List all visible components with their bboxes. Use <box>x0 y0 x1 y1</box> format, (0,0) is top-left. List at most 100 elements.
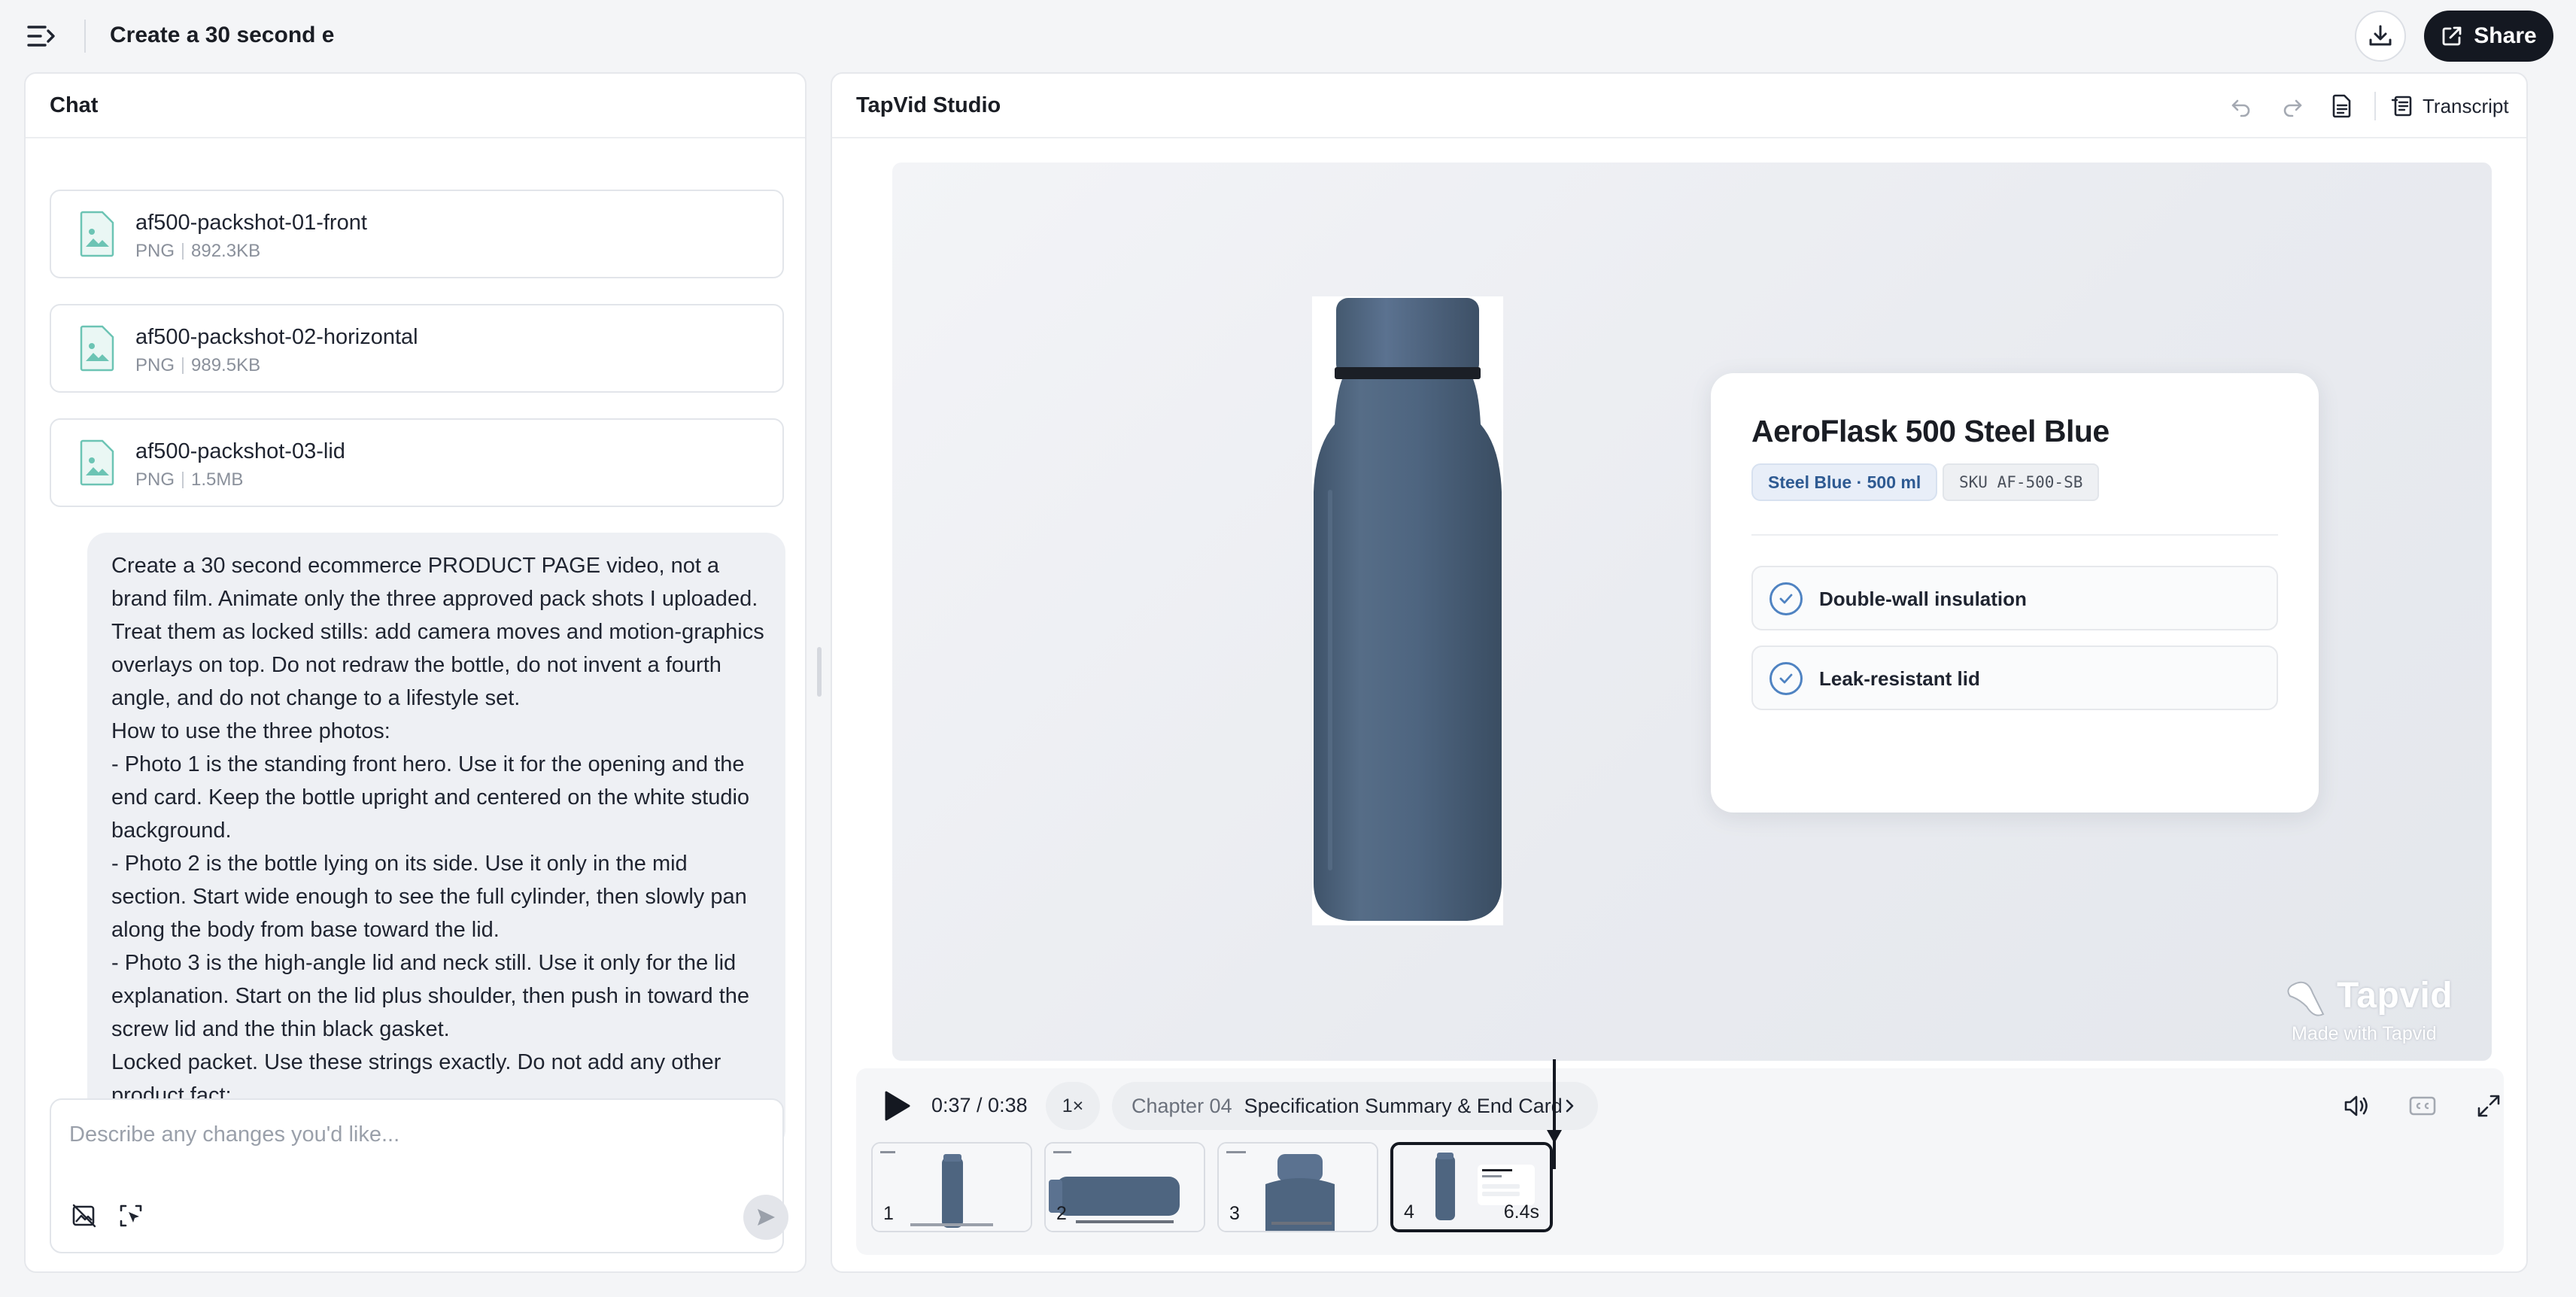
select-element-button[interactable] <box>113 1198 149 1234</box>
thumbnail-preview <box>873 1144 1031 1231</box>
image-file-icon <box>80 439 114 486</box>
meta-separator <box>182 472 184 488</box>
studio-panel: TapVid Studio Transcript AeroFlask 500 S… <box>831 72 2528 1273</box>
feature-label: Leak-resistant lid <box>1819 667 1980 690</box>
check-circle-icon <box>1769 582 1803 615</box>
chapter-selector[interactable]: Chapter 04 Specification Summary & End C… <box>1112 1082 1598 1130</box>
transcript-icon <box>2391 96 2412 117</box>
panel-resize-handle[interactable] <box>817 647 822 697</box>
product-name: AeroFlask 500 Steel Blue <box>1751 414 2110 448</box>
redo-icon <box>2283 99 2302 117</box>
file-attachment-1[interactable]: af500-packshot-01-front PNG 892.3KB <box>50 190 784 278</box>
thumbnail-preview <box>1219 1144 1377 1231</box>
undo-icon <box>2231 99 2250 117</box>
image-file-icon <box>80 325 114 372</box>
variant-badge: Steel Blue · 500 ml <box>1751 463 1938 501</box>
scene-thumbnail-3[interactable]: 3 <box>1217 1142 1378 1232</box>
bottle-image <box>1314 298 1502 921</box>
studio-header: TapVid Studio Transcript <box>832 74 2526 138</box>
chapter-name: Specification Summary & End Card <box>1244 1094 1563 1117</box>
studio-title: TapVid Studio <box>856 93 1001 117</box>
file-size: 1.5MB <box>191 469 244 490</box>
external-link-icon <box>2442 26 2462 46</box>
send-icon <box>758 1209 775 1226</box>
volume-button[interactable] <box>2337 1086 2376 1125</box>
feature-label: Double-wall insulation <box>1819 588 2027 610</box>
download-button[interactable] <box>2355 11 2406 62</box>
player-controls: 0:37 / 0:38 1× Chapter 04 Specification … <box>856 1068 2504 1255</box>
add-image-button[interactable] <box>66 1198 102 1234</box>
expand-icon <box>2477 1095 2500 1117</box>
card-divider <box>1751 534 2278 536</box>
image-add-icon <box>72 1204 96 1228</box>
volume-icon <box>2344 1095 2368 1116</box>
meta-separator <box>182 243 184 260</box>
cursor-select-icon <box>120 1204 142 1227</box>
playback-speed-button[interactable]: 1× <box>1046 1082 1100 1130</box>
chapter-number: Chapter 04 <box>1132 1094 1232 1117</box>
download-icon <box>2369 25 2392 46</box>
user-message-text: Create a 30 second ecommerce PRODUCT PAG… <box>111 554 764 1107</box>
product-photo <box>1312 296 1503 925</box>
file-meta: PNG 989.5KB <box>135 355 260 376</box>
feature-item: Leak-resistant lid <box>1751 645 2278 710</box>
chat-input-box <box>50 1098 788 1253</box>
transcript-label: Transcript <box>2423 94 2509 117</box>
user-message-bubble: Create a 30 second ecommerce PRODUCT PAG… <box>87 533 785 1150</box>
file-attachment-3[interactable]: af500-packshot-03-lid PNG 1.5MB <box>50 418 784 507</box>
meta-separator <box>182 357 184 374</box>
captions-button[interactable] <box>2403 1086 2442 1125</box>
file-meta: PNG 892.3KB <box>135 241 260 262</box>
file-meta: PNG 1.5MB <box>135 469 243 491</box>
file-name: af500-packshot-03-lid <box>135 439 345 463</box>
chat-input[interactable] <box>69 1118 761 1151</box>
file-size: 892.3KB <box>191 241 261 261</box>
play-button[interactable] <box>874 1083 919 1128</box>
fullscreen-button[interactable] <box>2469 1086 2508 1125</box>
thumbnail-duration: 6.4s <box>1503 1201 1539 1223</box>
top-divider <box>84 20 86 53</box>
document-title: Create a 30 second e <box>110 23 335 47</box>
thumbnail-preview <box>1046 1144 1204 1231</box>
chat-header: Chat <box>26 74 805 138</box>
menu-expand-icon <box>27 26 55 47</box>
send-button[interactable] <box>743 1195 788 1240</box>
captions-icon <box>2409 1096 2436 1116</box>
tapvid-logo-icon <box>2287 981 2325 1016</box>
document-icon <box>2332 94 2351 118</box>
watermark-brand: Tapvid <box>2337 976 2453 1016</box>
redo-button[interactable] <box>2275 89 2310 123</box>
transcript-button[interactable]: Transcript <box>2391 89 2509 123</box>
playhead-handle-icon[interactable] <box>1545 1128 1563 1145</box>
document-button[interactable] <box>2325 89 2359 123</box>
file-attachment-2[interactable]: af500-packshot-02-horizontal PNG 989.5KB <box>50 304 784 393</box>
chat-title: Chat <box>50 93 99 117</box>
undo-button[interactable] <box>2224 89 2259 123</box>
feature-item: Double-wall insulation <box>1751 566 2278 630</box>
sidebar-toggle-button[interactable] <box>23 18 62 54</box>
scene-thumbnail-4[interactable]: 4 6.4s <box>1390 1142 1553 1232</box>
top-bar: Create a 30 second e Share <box>0 0 2576 72</box>
chevron-right-icon[interactable] <box>1553 1089 1586 1122</box>
file-type: PNG <box>135 355 175 375</box>
image-file-icon <box>80 211 114 257</box>
video-preview[interactable]: AeroFlask 500 Steel Blue Steel Blue · 50… <box>892 163 2492 1061</box>
file-size: 989.5KB <box>191 355 261 375</box>
play-icon <box>885 1091 910 1121</box>
scene-thumbnail-1[interactable]: 1 <box>871 1142 1032 1232</box>
file-name: af500-packshot-02-horizontal <box>135 325 418 349</box>
thumbnail-number: 2 <box>1056 1203 1067 1224</box>
thumbnail-number: 4 <box>1404 1201 1414 1223</box>
scene-thumbnail-2[interactable]: 2 <box>1044 1142 1205 1232</box>
timeline-playhead[interactable] <box>1553 1059 1556 1169</box>
header-divider <box>2374 92 2376 120</box>
file-type: PNG <box>135 241 175 261</box>
share-button[interactable]: Share <box>2424 11 2553 62</box>
file-type: PNG <box>135 469 175 490</box>
file-name: af500-packshot-01-front <box>135 211 367 235</box>
share-label: Share <box>2474 23 2537 48</box>
thumbnail-number: 3 <box>1229 1203 1240 1224</box>
time-display: 0:37 / 0:38 <box>931 1094 1028 1116</box>
sku-badge: SKU AF-500-SB <box>1943 463 2100 501</box>
check-circle-icon <box>1769 662 1803 695</box>
